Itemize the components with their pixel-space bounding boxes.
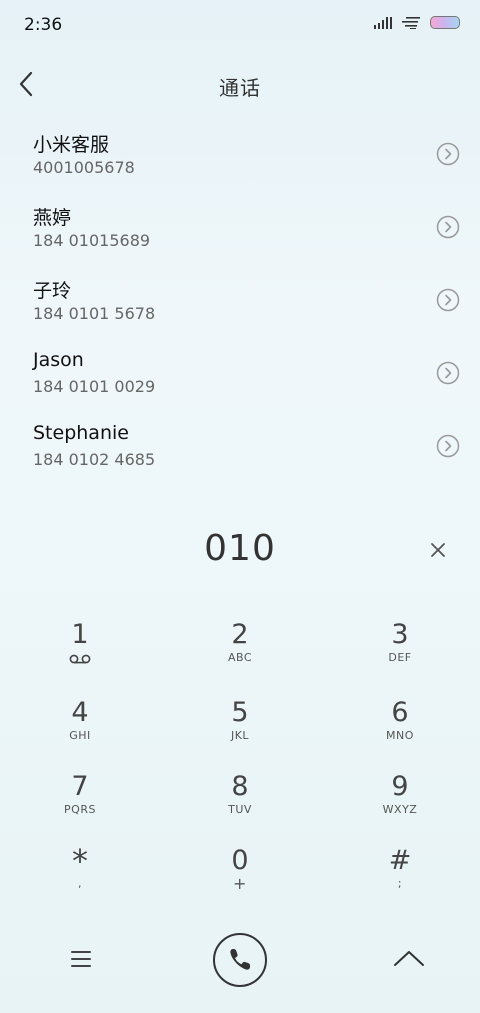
status-bar: 2:36 — [0, 0, 480, 52]
key-digit: 0 — [231, 845, 249, 876]
bottom-bar — [0, 930, 480, 990]
contact-number: 184 01015689 — [33, 231, 151, 250]
call-button[interactable] — [213, 933, 267, 987]
contact-name: Jason — [33, 349, 84, 371]
chevron-right-circle-icon[interactable] — [436, 142, 460, 166]
contact-number: 4001005678 — [33, 158, 135, 177]
key-letters: ABC — [227, 651, 253, 664]
key-letters: , — [78, 877, 82, 890]
battery-icon — [430, 16, 460, 29]
key-letters: ; — [397, 877, 403, 890]
chevron-right-circle-icon[interactable] — [436, 288, 460, 312]
list-item[interactable]: 小米客服 4001005678 — [0, 118, 480, 191]
chevron-right-circle-icon[interactable] — [436, 361, 460, 385]
dialed-number: 010 — [204, 528, 276, 569]
contact-number: 184 0101 5678 — [33, 304, 156, 323]
header: 通话 — [0, 60, 480, 108]
menu-button[interactable] — [66, 946, 96, 972]
key-4[interactable]: 4 GHI — [0, 684, 160, 760]
key-6[interactable]: 6 MNO — [320, 684, 480, 760]
contact-list: 小米客服 4001005678 燕婷 184 01015689 子玲 184 0… — [0, 118, 480, 508]
list-item[interactable]: 子玲 184 0101 5678 — [0, 264, 480, 337]
status-time: 2:36 — [24, 15, 63, 35]
key-letters: GHI — [69, 729, 91, 742]
key-hash[interactable]: # ; — [320, 832, 480, 908]
voicemail-icon — [69, 654, 91, 664]
key-letters: PQRS — [64, 803, 96, 816]
key-digit: 6 — [391, 697, 409, 728]
key-7[interactable]: 7 PQRS — [0, 758, 160, 834]
key-star[interactable]: * , — [0, 832, 160, 908]
phone-icon — [230, 949, 250, 970]
key-digit: 5 — [231, 697, 249, 728]
list-item[interactable]: 燕婷 184 01015689 — [0, 191, 480, 264]
list-item[interactable]: Jason 184 0101 0029 — [0, 337, 480, 410]
key-digit: * — [72, 842, 88, 880]
key-letters: TUV — [228, 803, 252, 816]
key-9[interactable]: 9 WXYZ — [320, 758, 480, 834]
wifi-icon — [402, 16, 420, 29]
chevron-right-circle-icon[interactable] — [436, 215, 460, 239]
list-item[interactable]: Stephanie 184 0102 4685 — [0, 410, 480, 483]
key-digit: 3 — [391, 619, 409, 650]
key-letters: JKL — [230, 729, 250, 742]
key-digit: 1 — [71, 619, 89, 650]
key-8[interactable]: 8 TUV — [160, 758, 320, 834]
chevron-right-circle-icon[interactable] — [436, 434, 460, 458]
key-letters: WXYZ — [382, 803, 418, 816]
collapse-keypad-button[interactable] — [392, 946, 426, 970]
key-digit: 2 — [231, 619, 249, 650]
key-2[interactable]: 2 ABC — [160, 606, 320, 682]
key-letters: MNO — [386, 729, 414, 742]
close-icon — [431, 543, 445, 557]
key-5[interactable]: 5 JKL — [160, 684, 320, 760]
contact-name: Stephanie — [33, 422, 129, 444]
key-digit: 8 — [231, 771, 249, 802]
chevron-up-icon — [394, 951, 424, 966]
status-icons — [374, 16, 460, 29]
contact-number: 184 0101 0029 — [33, 377, 156, 396]
dial-display: 010 — [0, 522, 480, 578]
key-0[interactable]: 0 + — [160, 832, 320, 908]
key-digit: 7 — [71, 771, 89, 802]
key-letters: DEF — [388, 651, 412, 664]
contact-number: 184 0102 4685 — [33, 450, 156, 469]
page-title: 通话 — [219, 76, 261, 100]
contact-name: 燕婷 — [33, 207, 72, 229]
clear-button[interactable] — [424, 536, 452, 564]
menu-icon — [71, 951, 91, 967]
key-digit: # — [388, 845, 412, 876]
key-3[interactable]: 3 DEF — [320, 606, 480, 682]
signal-icon — [374, 16, 392, 29]
key-letters: + — [233, 874, 247, 893]
key-digit: 4 — [71, 697, 89, 728]
key-digit: 9 — [391, 771, 409, 802]
contact-name: 子玲 — [33, 280, 72, 302]
key-1[interactable]: 1 — [0, 606, 160, 682]
contact-name: 小米客服 — [33, 134, 110, 156]
